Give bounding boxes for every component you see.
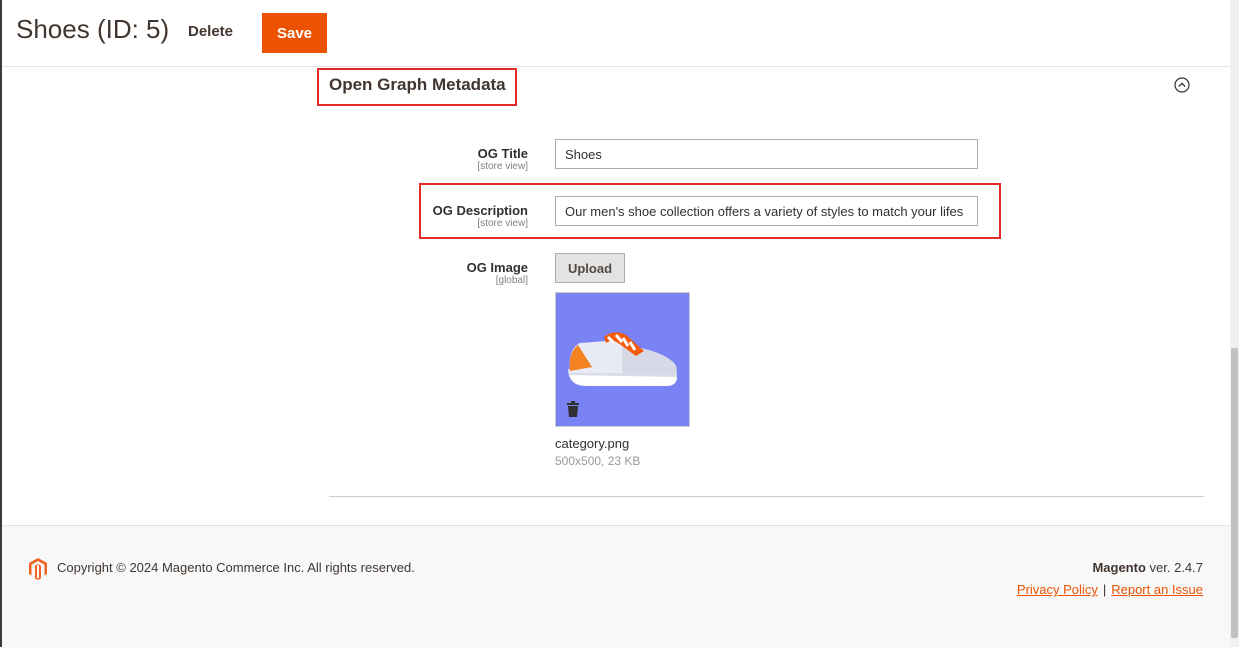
privacy-policy-link[interactable]: Privacy Policy [1017,582,1098,597]
chevron-up-circle-icon[interactable] [1174,77,1190,93]
section-title[interactable]: Open Graph Metadata [329,75,506,95]
footer-links: Privacy Policy | Report an Issue [1017,582,1203,597]
main-content: Open Graph Metadata OG Title [store view… [2,67,1230,524]
og-description-label: OG Description [432,203,528,218]
og-image-preview[interactable] [555,292,690,427]
page-title: Shoes (ID: 5) [16,14,170,44]
report-issue-link[interactable]: Report an Issue [1111,582,1203,597]
scrollbar[interactable] [1230,0,1239,647]
og-description-input[interactable] [555,196,978,226]
og-description-scope: [store view] [477,218,528,229]
image-file-meta: 500x500, 23 KB [555,454,641,468]
og-image-scope: [global] [495,275,528,286]
version-text: Magento ver. 2.4.7 [1092,560,1203,575]
page-footer: Copyright © 2024 Magento Commerce Inc. A… [2,525,1230,648]
brand-name: Magento [1092,560,1146,575]
page-header: Shoes (ID: 5) Delete Save [2,0,1230,67]
og-title-scope: [store view] [477,161,528,172]
upload-button[interactable]: Upload [555,253,625,283]
copyright-text: Copyright © 2024 Magento Commerce Inc. A… [57,560,415,575]
scrollbar-thumb[interactable] [1231,348,1238,638]
image-file-name: category.png [555,436,630,451]
og-image-label: OG Image [466,260,528,275]
og-title-label: OG Title [477,146,528,161]
version-number: ver. 2.4.7 [1145,560,1203,575]
og-title-input[interactable] [555,139,978,169]
magento-logo-icon [29,558,47,580]
section-divider [329,496,1204,497]
save-button[interactable]: Save [262,13,327,53]
link-separator: | [1102,582,1107,597]
delete-button[interactable]: Delete [188,23,233,40]
trash-icon[interactable] [566,401,580,417]
